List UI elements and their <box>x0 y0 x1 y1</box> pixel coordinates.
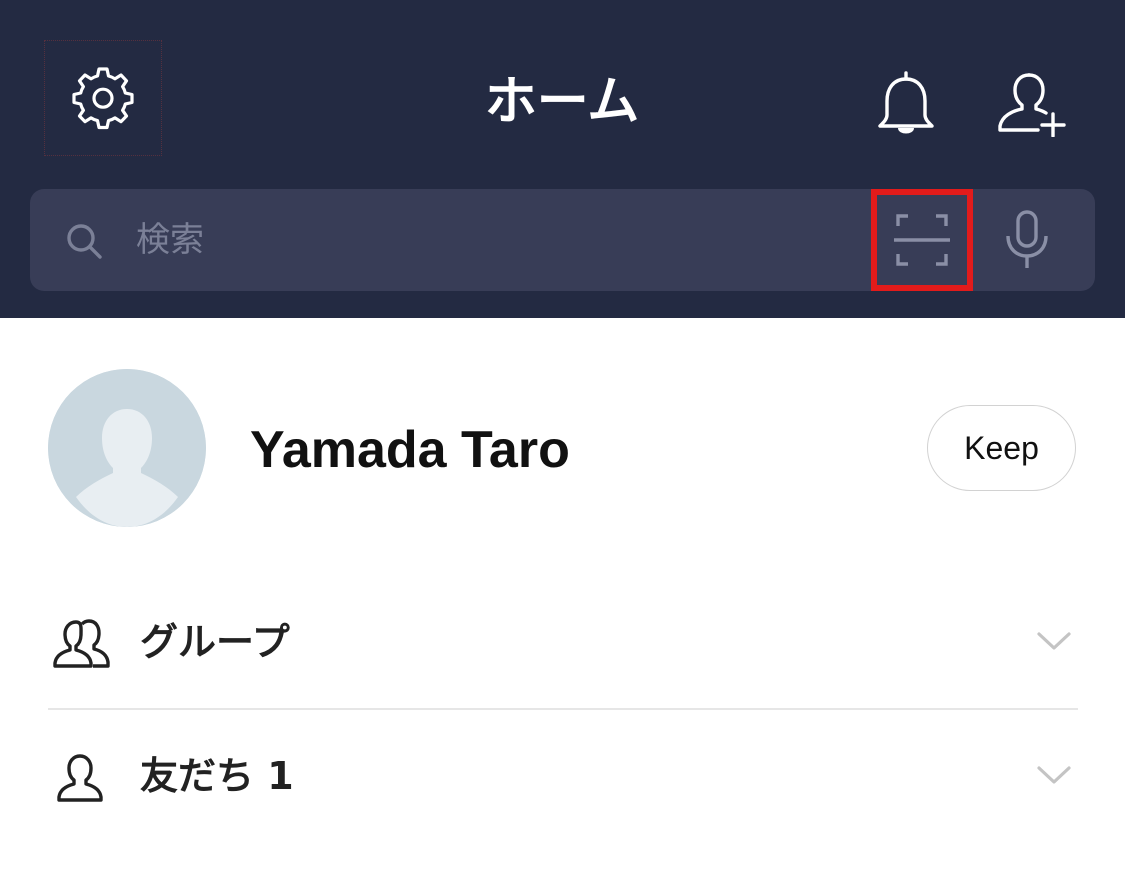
bell-icon <box>878 71 934 134</box>
voice-search-button[interactable] <box>992 203 1062 277</box>
list-item-label: 友だち 1 <box>140 754 294 798</box>
keep-button[interactable]: Keep <box>927 405 1076 491</box>
search-bar <box>30 189 1095 291</box>
search-input[interactable] <box>136 211 856 269</box>
avatar[interactable] <box>48 369 206 527</box>
chevron-down-icon <box>1037 766 1071 784</box>
gear-icon <box>72 67 134 130</box>
friend-icon <box>57 754 103 802</box>
group-icon <box>53 619 110 668</box>
header-bar: ホーム <box>0 0 1125 318</box>
add-friend-icon <box>998 73 1066 137</box>
search-icon <box>67 224 102 259</box>
add-friend-button[interactable] <box>988 62 1078 146</box>
qr-scan-button[interactable] <box>871 189 973 291</box>
notifications-button[interactable] <box>866 62 946 146</box>
microphone-icon <box>1006 210 1048 268</box>
list-item-groups[interactable]: グループ <box>48 578 1078 710</box>
page-title: ホーム <box>484 72 640 132</box>
default-avatar-icon <box>48 369 206 527</box>
qr-scan-icon <box>894 214 950 266</box>
settings-button[interactable] <box>44 40 162 156</box>
chevron-down-icon <box>1037 632 1071 650</box>
profile-name[interactable]: Yamada Taro <box>250 410 570 490</box>
list-item-label: グループ <box>140 620 290 664</box>
list-item-friends[interactable]: 友だち 1 <box>48 712 1078 842</box>
